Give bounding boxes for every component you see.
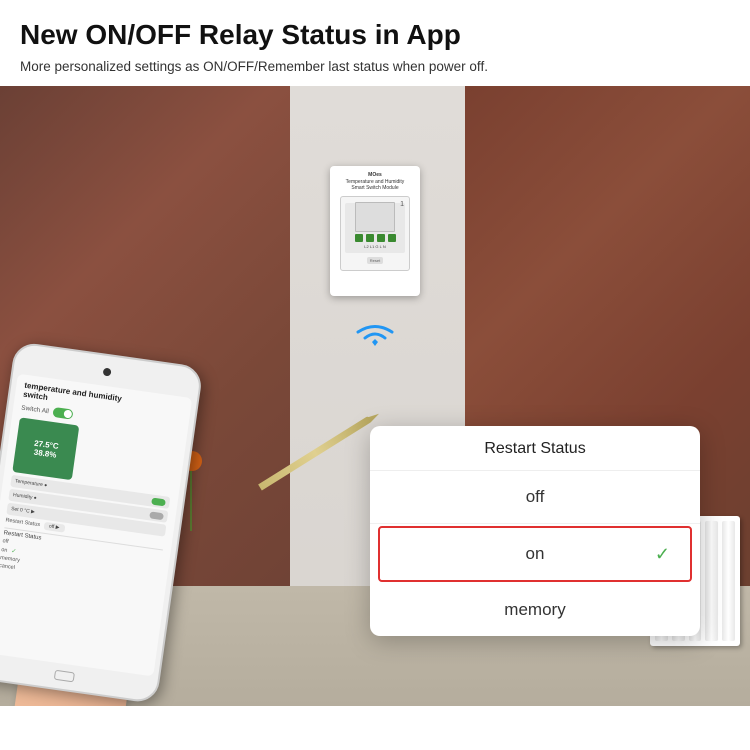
popup-option-memory[interactable]: memory (370, 584, 700, 636)
radiator-fin (705, 521, 718, 641)
module-brand: MOes Temperature and HumiditySmart Switc… (346, 172, 405, 192)
phone-home-button[interactable] (54, 670, 75, 683)
popup-option-off-label: off (526, 487, 545, 507)
switch-all-toggle[interactable] (52, 407, 73, 420)
gauge-display: 27.5°C 38.8% (12, 418, 79, 481)
restart-status-label: Restart Status (5, 518, 40, 529)
terminal (388, 234, 396, 242)
terminal (377, 234, 385, 242)
module-number: 1 (400, 201, 404, 208)
phone-screen: temperature and humidityswitch Switch Al… (0, 374, 192, 677)
terminal (366, 234, 374, 242)
set-value-label: Set 0 °C ▶ (11, 507, 36, 516)
module-diagram: L2 L1 G L N (345, 203, 405, 253)
popup-title-bar: Restart Status (370, 426, 700, 471)
popup-title: Restart Status (484, 440, 585, 457)
restart-status-chip[interactable]: off ▶ (43, 522, 65, 533)
header-section: New ON/OFF Relay Status in App More pers… (0, 0, 750, 86)
check-mark-icon: ✓ (655, 544, 670, 565)
sub-title: More personalized settings as ON/OFF/Rem… (20, 58, 730, 77)
switch-all-label: Switch All (21, 404, 50, 415)
toggle-mini (151, 498, 166, 507)
check-icon-small: ✓ (11, 548, 19, 556)
scene-area: MOes Temperature and HumiditySmart Switc… (0, 86, 750, 706)
wifi-icon (350, 316, 400, 351)
main-title: New ON/OFF Relay Status in App (20, 18, 730, 52)
popup-option-on[interactable]: on ✓ (378, 526, 692, 582)
phone-body: temperature and humidityswitch Switch Al… (0, 341, 204, 704)
humidity-value: 38.8% (33, 448, 57, 460)
reset-button[interactable]: Reset (367, 257, 383, 264)
terminal (355, 234, 363, 242)
restart-status-popup: Restart Status off on ✓ memory (370, 426, 700, 636)
smart-switch-module: MOes Temperature and HumiditySmart Switc… (330, 166, 420, 296)
module-body: 1 L2 L1 G L N Reset (340, 196, 410, 271)
popup-option-memory-label: memory (504, 600, 565, 620)
humidity-row-label: Humidity ● (13, 493, 37, 502)
phone-camera (103, 368, 112, 377)
humidity-toggle (149, 511, 164, 520)
temp-row-label: Temperature ● (15, 479, 48, 489)
radiator-fin (722, 521, 735, 641)
popup-option-off[interactable]: off (370, 471, 700, 524)
popup-option-on-label: on (526, 544, 545, 564)
